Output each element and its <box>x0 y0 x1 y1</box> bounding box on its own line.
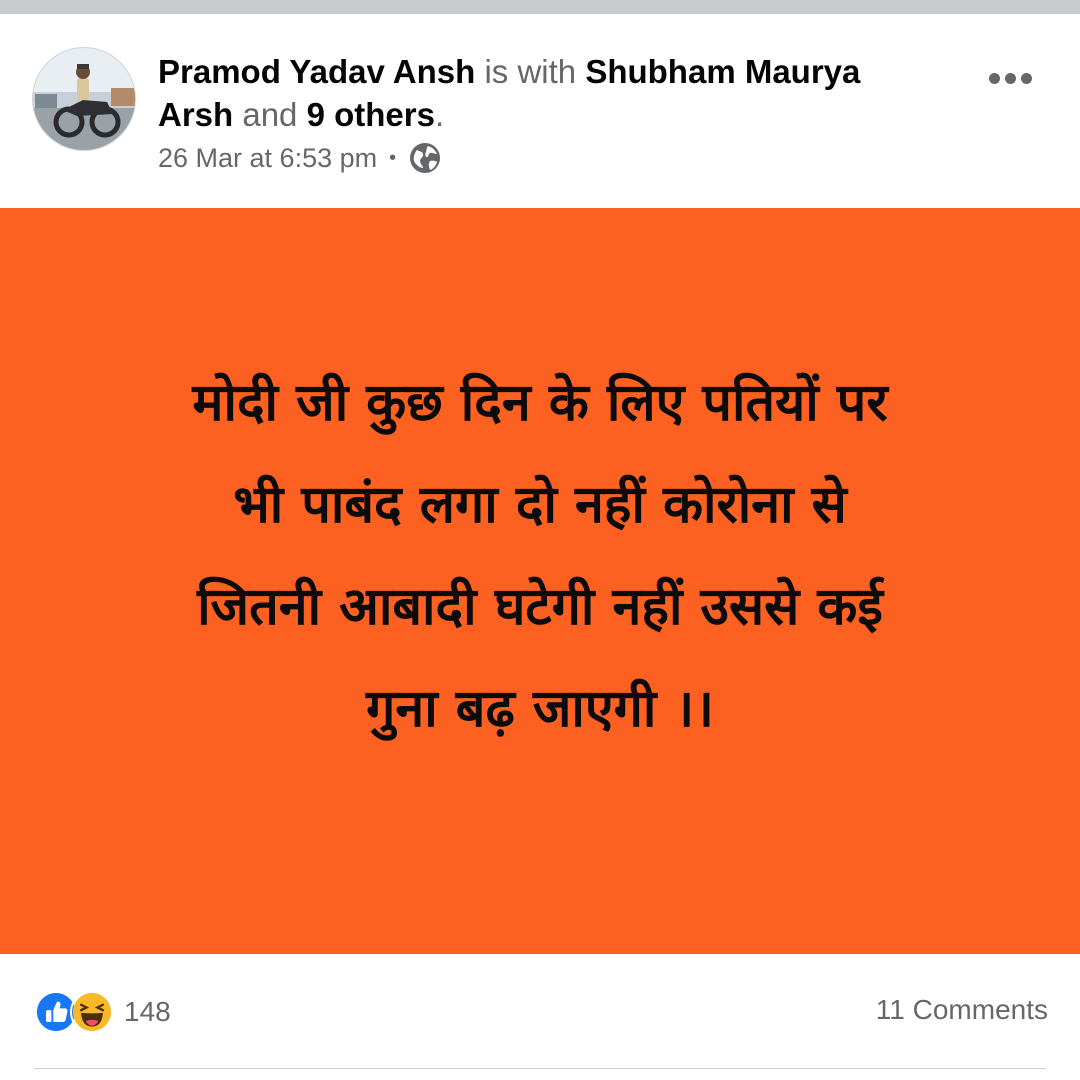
author-name[interactable]: Pramod Yadav Ansh <box>158 53 475 90</box>
top-separator-strip <box>0 0 1080 14</box>
meta-separator: • <box>389 146 397 169</box>
post-meta: 26 Mar at 6:53 pm • <box>158 140 442 176</box>
post-header: Pramod Yadav Ansh is with Shubham Maurya… <box>0 14 1080 208</box>
more-dot <box>988 72 1000 84</box>
reactions-summary[interactable]: 148 <box>34 990 171 1034</box>
and-text: and <box>233 96 307 133</box>
post-timestamp[interactable]: 26 Mar at 6:53 pm <box>158 143 377 174</box>
author-avatar[interactable] <box>32 47 136 151</box>
post-text-line: मोदी जी कुछ दिन के लिए पतियों पर <box>192 373 888 433</box>
reaction-count: 148 <box>124 996 171 1027</box>
post-text-card[interactable]: मोदी जी कुछ दिन के लिए पतियों पर भी पाबं… <box>0 208 1080 954</box>
more-dot <box>1020 72 1032 84</box>
tagged-others[interactable]: 9 others <box>307 96 435 133</box>
with-text: is with <box>475 53 586 90</box>
post-text-line: गुना बढ़ जाएगी ।। <box>366 679 714 739</box>
post-text-line: जितनी आबादी घटेगी नहीं उससे कई <box>197 577 883 637</box>
more-options-button[interactable] <box>980 58 1040 98</box>
more-dot <box>1004 72 1016 84</box>
comments-count-link[interactable]: 11 Comments <box>876 994 1048 1026</box>
post-text-line: भी पाबंद लगा दो नहीं कोरोना से <box>233 475 847 535</box>
haha-icon <box>70 990 114 1034</box>
post-author-line: Pramod Yadav Ansh is with Shubham Maurya… <box>158 50 928 136</box>
post-body-text: मोदी जी कुछ दिन के लिए पतियों पर भी पाबं… <box>60 352 1020 760</box>
post-footer: 148 11 Comments <box>0 954 1080 1080</box>
globe-icon[interactable] <box>408 141 442 175</box>
footer-divider <box>34 1068 1046 1069</box>
period-text: . <box>434 96 445 133</box>
